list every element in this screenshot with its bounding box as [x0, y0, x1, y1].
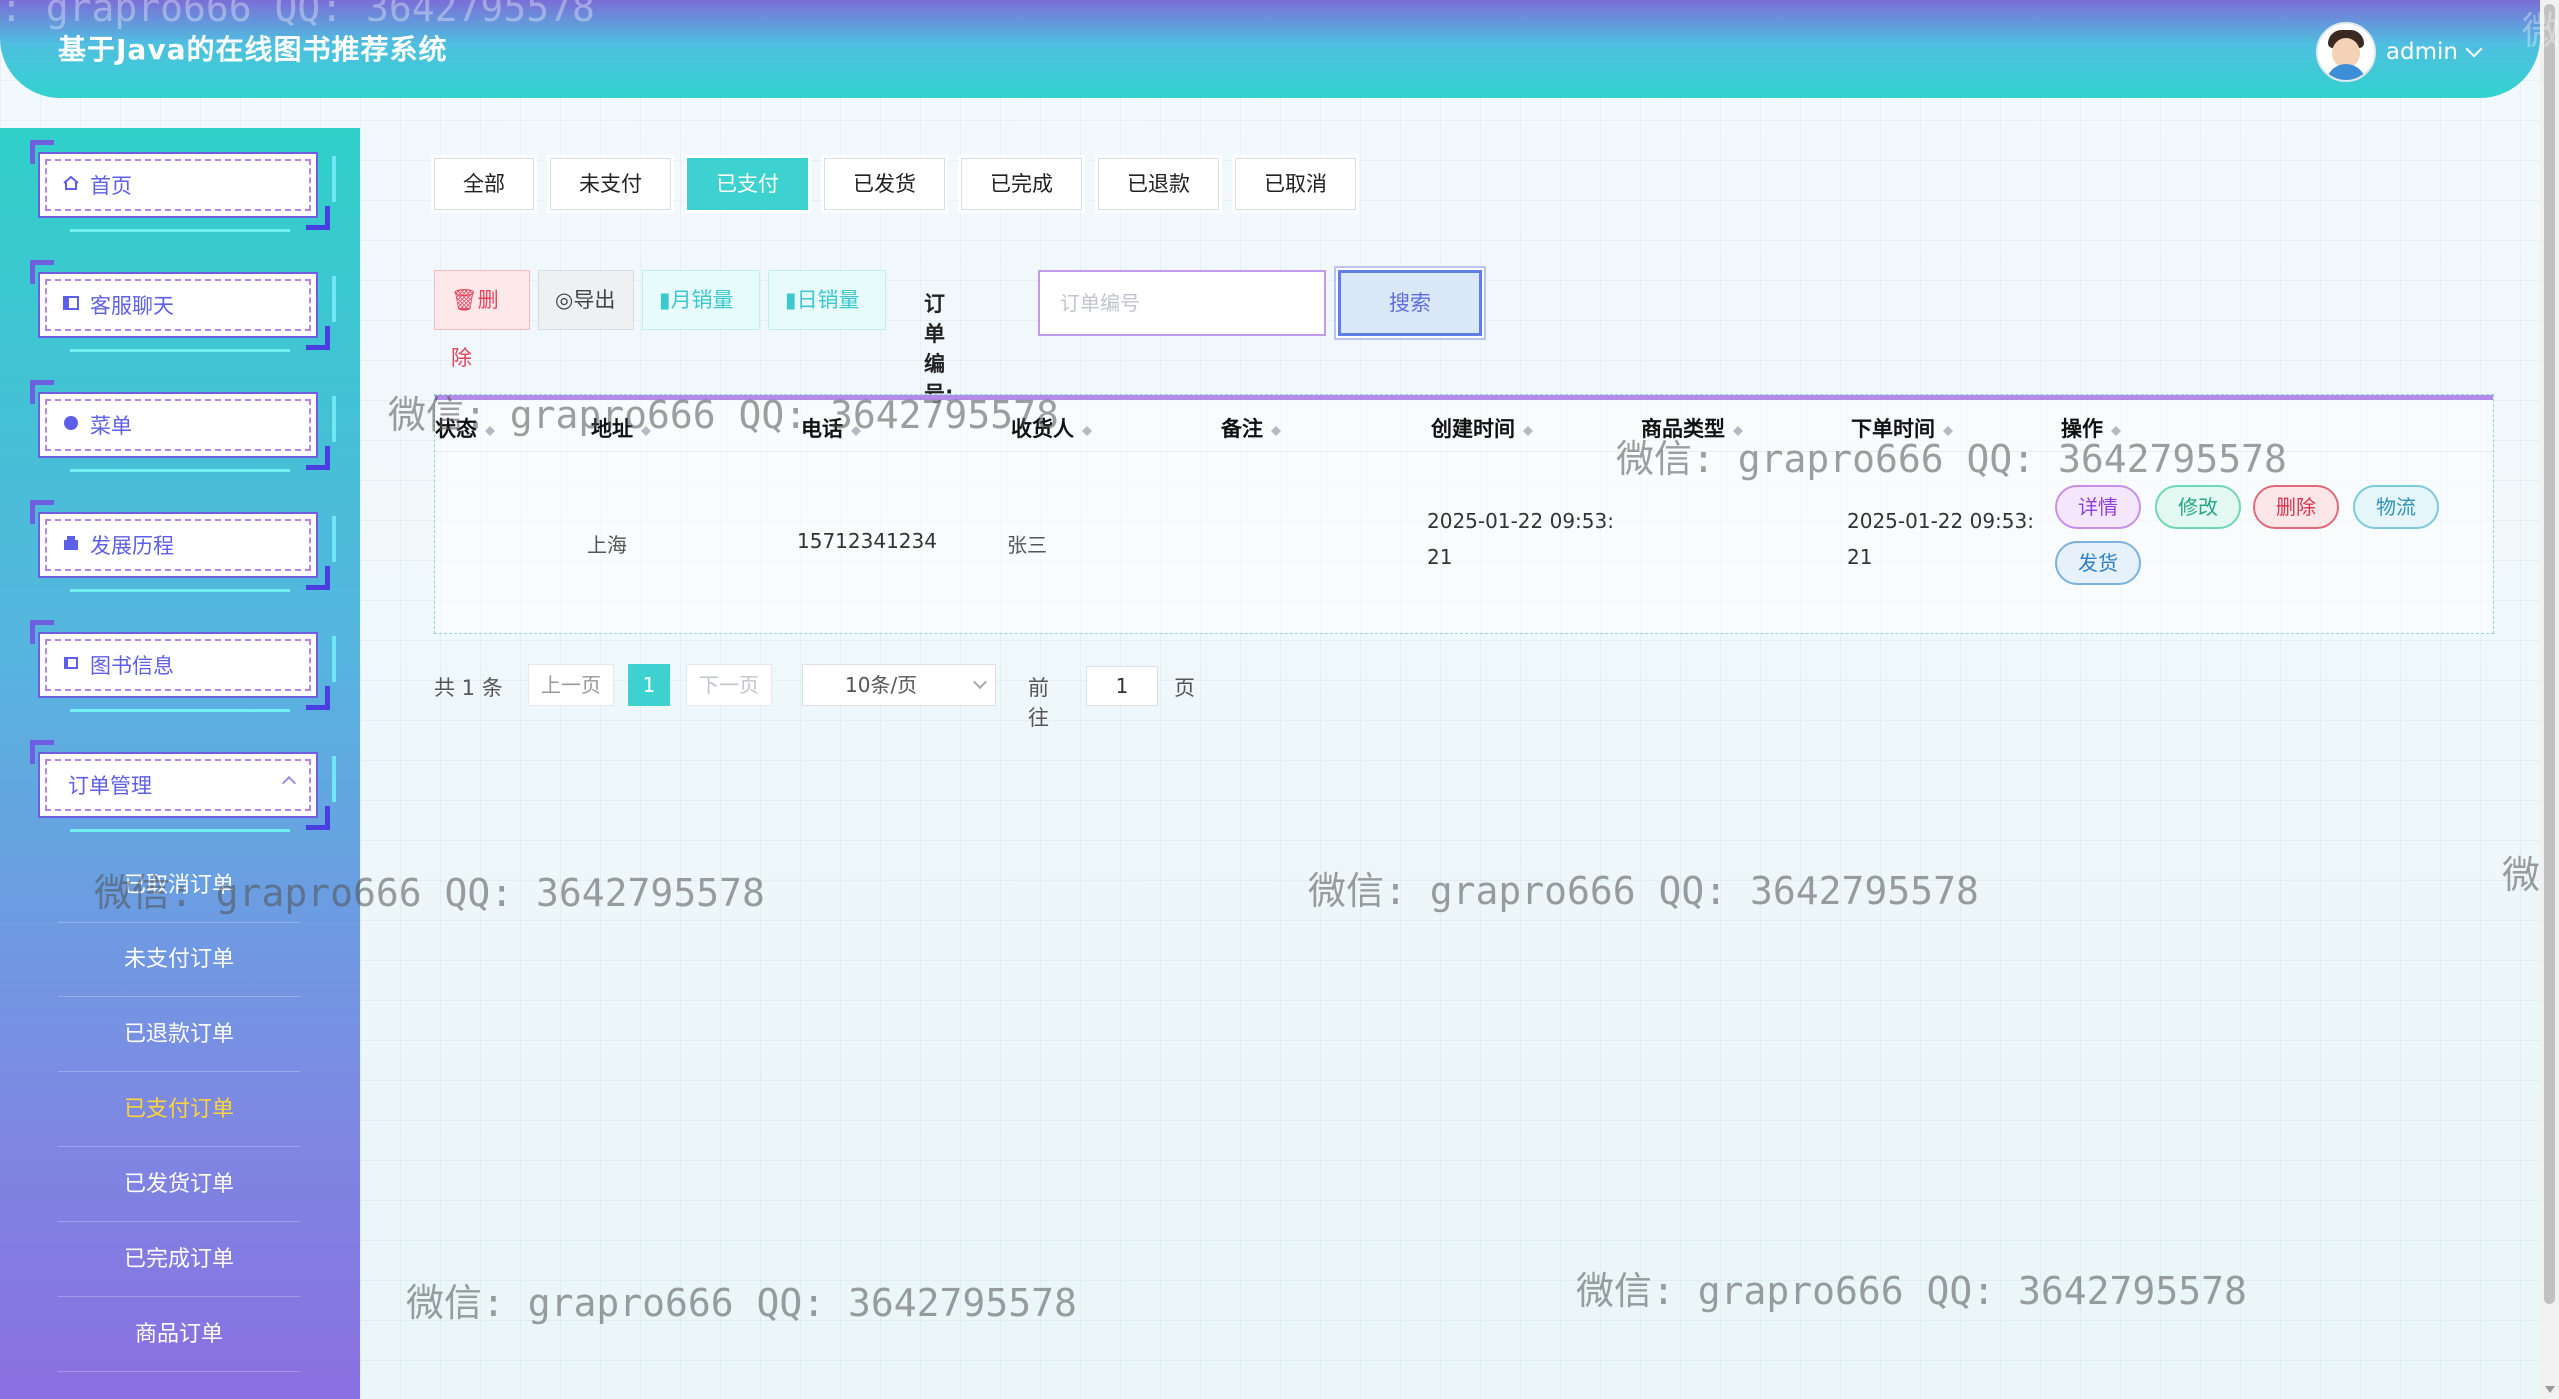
home-icon — [63, 175, 79, 190]
daily-sales-button[interactable]: ▮日销量 — [768, 270, 886, 330]
trash-icon: 🗑 — [451, 288, 478, 312]
scrollbar-thumb[interactable] — [2544, 4, 2555, 1304]
sidebar-item-home[interactable]: 首页 — [30, 140, 336, 232]
scrollbar[interactable] — [2540, 0, 2559, 1399]
column-header-address[interactable]: 地址 — [591, 413, 651, 443]
column-header-order-time[interactable]: 下单时间 — [1851, 413, 1953, 443]
order-no-label: 订单编号: — [924, 292, 953, 406]
sidebar-item-label: 图书信息 — [90, 654, 174, 678]
page: 基于Java的在线图书推荐系统 admin 首页 客服聊天 菜单 发展历程 图书… — [0, 0, 2559, 1399]
page-size-select[interactable]: 10条/页 — [802, 664, 996, 706]
history-icon — [64, 536, 78, 550]
bar-chart-icon: ▮ — [659, 288, 671, 312]
delete-button[interactable]: 🗑删除 — [434, 270, 530, 370]
page-unit-label: 页 — [1174, 676, 1195, 700]
orders-table: 状态 地址 电话 收货人 备注 创建时间 商品类型 下单时间 操作 上海 157… — [434, 394, 2494, 634]
sort-icon — [851, 421, 861, 439]
status-tabs: 全部 未支付 已支付 已发货 已完成 已退款 已取消 — [434, 158, 1356, 210]
cell-created: 2025-01-22 09:53: 21 — [1427, 509, 1614, 569]
prev-page-button[interactable]: 上一页 — [528, 664, 614, 706]
pagination-total: 共 1 条 — [434, 676, 503, 700]
sidebar-item-label: 订单管理 — [68, 774, 152, 798]
cell-order-time: 2025-01-22 09:53: 21 — [1847, 509, 2034, 569]
sidebar-item-label: 菜单 — [90, 414, 132, 438]
chevron-down-icon — [972, 674, 988, 690]
sidebar-item-menu[interactable]: 菜单 — [30, 380, 336, 472]
edit-button[interactable]: 修改 — [2155, 485, 2241, 529]
cell-address: 上海 — [587, 533, 627, 557]
row-delete-button[interactable]: 删除 — [2253, 485, 2339, 529]
book-icon — [64, 657, 78, 669]
sidebar-subitem-completed[interactable]: 已完成订单 — [58, 1224, 300, 1297]
sidebar-item-label: 客服聊天 — [90, 294, 174, 318]
app-title: 基于Java的在线图书推荐系统 — [58, 33, 448, 66]
goto-label: 前往 — [1028, 676, 1049, 730]
bar-chart-icon: ▮ — [785, 288, 797, 312]
tab-shipped[interactable]: 已发货 — [824, 158, 945, 210]
top-header: 基于Java的在线图书推荐系统 admin — [0, 0, 2540, 98]
goto-page-input[interactable] — [1086, 666, 1158, 706]
avatar[interactable] — [2315, 22, 2376, 82]
logistics-button[interactable]: 物流 — [2353, 485, 2439, 529]
column-header-created[interactable]: 创建时间 — [1431, 413, 1533, 443]
column-header-goods-type[interactable]: 商品类型 — [1641, 413, 1743, 443]
sort-icon — [1271, 421, 1281, 439]
export-icon: ◎ — [555, 288, 574, 312]
cell-receiver: 张三 — [1007, 533, 1047, 557]
sidebar-item-history[interactable]: 发展历程 — [30, 500, 336, 592]
sort-icon — [485, 421, 495, 439]
chat-icon — [63, 296, 79, 310]
scroll-down-icon[interactable] — [2545, 1386, 2555, 1393]
sidebar-subitem-unpaid[interactable]: 未支付订单 — [58, 924, 300, 997]
sidebar-item-label: 发展历程 — [90, 534, 174, 558]
sidebar: 首页 客服聊天 菜单 发展历程 图书信息 订单管理 已取消订单 未支付订单 已退… — [0, 128, 360, 1399]
tab-refunded[interactable]: 已退款 — [1098, 158, 1219, 210]
sidebar-subitem-goods-orders[interactable]: 商品订单 — [58, 1299, 300, 1372]
sort-icon — [1943, 421, 1953, 439]
page-number-current[interactable]: 1 — [628, 664, 670, 706]
next-page-button[interactable]: 下一页 — [686, 664, 772, 706]
sort-icon — [1733, 421, 1743, 439]
tab-unpaid[interactable]: 未支付 — [550, 158, 671, 210]
sidebar-item-orders[interactable]: 订单管理 — [30, 740, 336, 832]
sort-icon — [1082, 421, 1092, 439]
sort-icon — [2111, 421, 2121, 439]
sort-icon — [1523, 421, 1533, 439]
column-header-remark[interactable]: 备注 — [1221, 413, 1281, 443]
column-header-phone[interactable]: 电话 — [801, 413, 861, 443]
tab-cancelled[interactable]: 已取消 — [1235, 158, 1356, 210]
export-button[interactable]: ◎导出 — [538, 270, 634, 330]
ship-button[interactable]: 发货 — [2055, 541, 2141, 585]
sidebar-subitem-paid[interactable]: 已支付订单 — [58, 1074, 300, 1147]
sidebar-subitem-shipped[interactable]: 已发货订单 — [58, 1149, 300, 1222]
sidebar-item-chat[interactable]: 客服聊天 — [30, 260, 336, 352]
user-menu[interactable]: admin — [2315, 22, 2483, 82]
sidebar-item-label: 首页 — [90, 174, 132, 198]
sidebar-item-books[interactable]: 图书信息 — [30, 620, 336, 712]
column-header-receiver[interactable]: 收货人 — [1011, 413, 1092, 443]
search-button[interactable]: 搜索 — [1338, 270, 1482, 336]
sidebar-subitem-refunded[interactable]: 已退款订单 — [58, 999, 300, 1072]
column-header-actions[interactable]: 操作 — [2061, 413, 2121, 443]
sidebar-subitem-cancelled[interactable]: 已取消订单 — [58, 850, 300, 923]
menu-icon — [64, 416, 78, 430]
tab-completed[interactable]: 已完成 — [961, 158, 1082, 210]
detail-button[interactable]: 详情 — [2055, 485, 2141, 529]
order-no-input[interactable] — [1038, 270, 1326, 336]
tab-paid[interactable]: 已支付 — [687, 158, 808, 210]
column-header-status[interactable]: 状态 — [435, 413, 495, 443]
tab-all[interactable]: 全部 — [434, 158, 534, 210]
monthly-sales-button[interactable]: ▮月销量 — [642, 270, 760, 330]
cell-phone: 15712341234 — [797, 529, 937, 553]
chevron-down-icon[interactable] — [2465, 40, 2483, 58]
sort-icon — [641, 421, 651, 439]
username[interactable]: admin — [2386, 39, 2458, 65]
